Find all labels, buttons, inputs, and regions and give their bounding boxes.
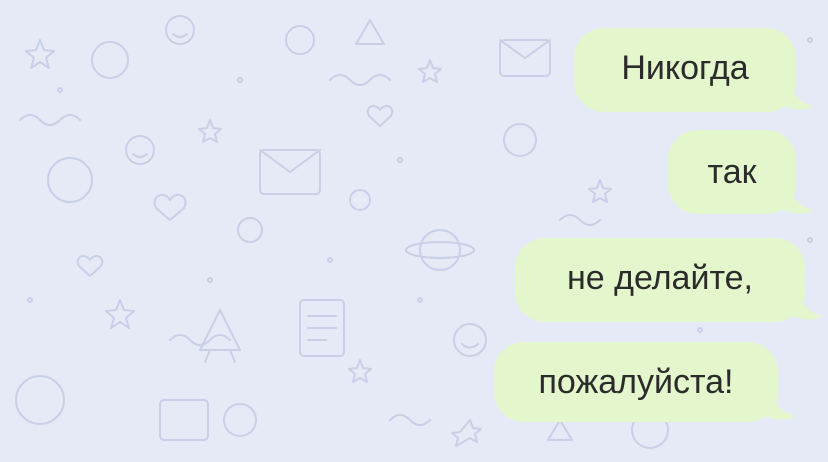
bubble-tail (762, 392, 796, 420)
bubble-tail (780, 186, 814, 214)
bubble-tail (789, 292, 823, 320)
message-bubble-outgoing[interactable]: Никогда (574, 28, 796, 112)
message-text: пожалуйста! (538, 363, 734, 401)
message-bubble-outgoing[interactable]: так (668, 130, 796, 214)
bubble-tail (780, 82, 814, 110)
chat-area: Никогда так не делайте, пожалуйста! (0, 0, 828, 462)
message-text: не делайте, (566, 259, 754, 297)
message-bubble-outgoing[interactable]: пожалуйста! (494, 342, 778, 422)
message-text: Никогда (621, 49, 749, 87)
message-text: так (707, 153, 757, 191)
message-bubble-outgoing[interactable]: не делайте, (515, 238, 805, 322)
